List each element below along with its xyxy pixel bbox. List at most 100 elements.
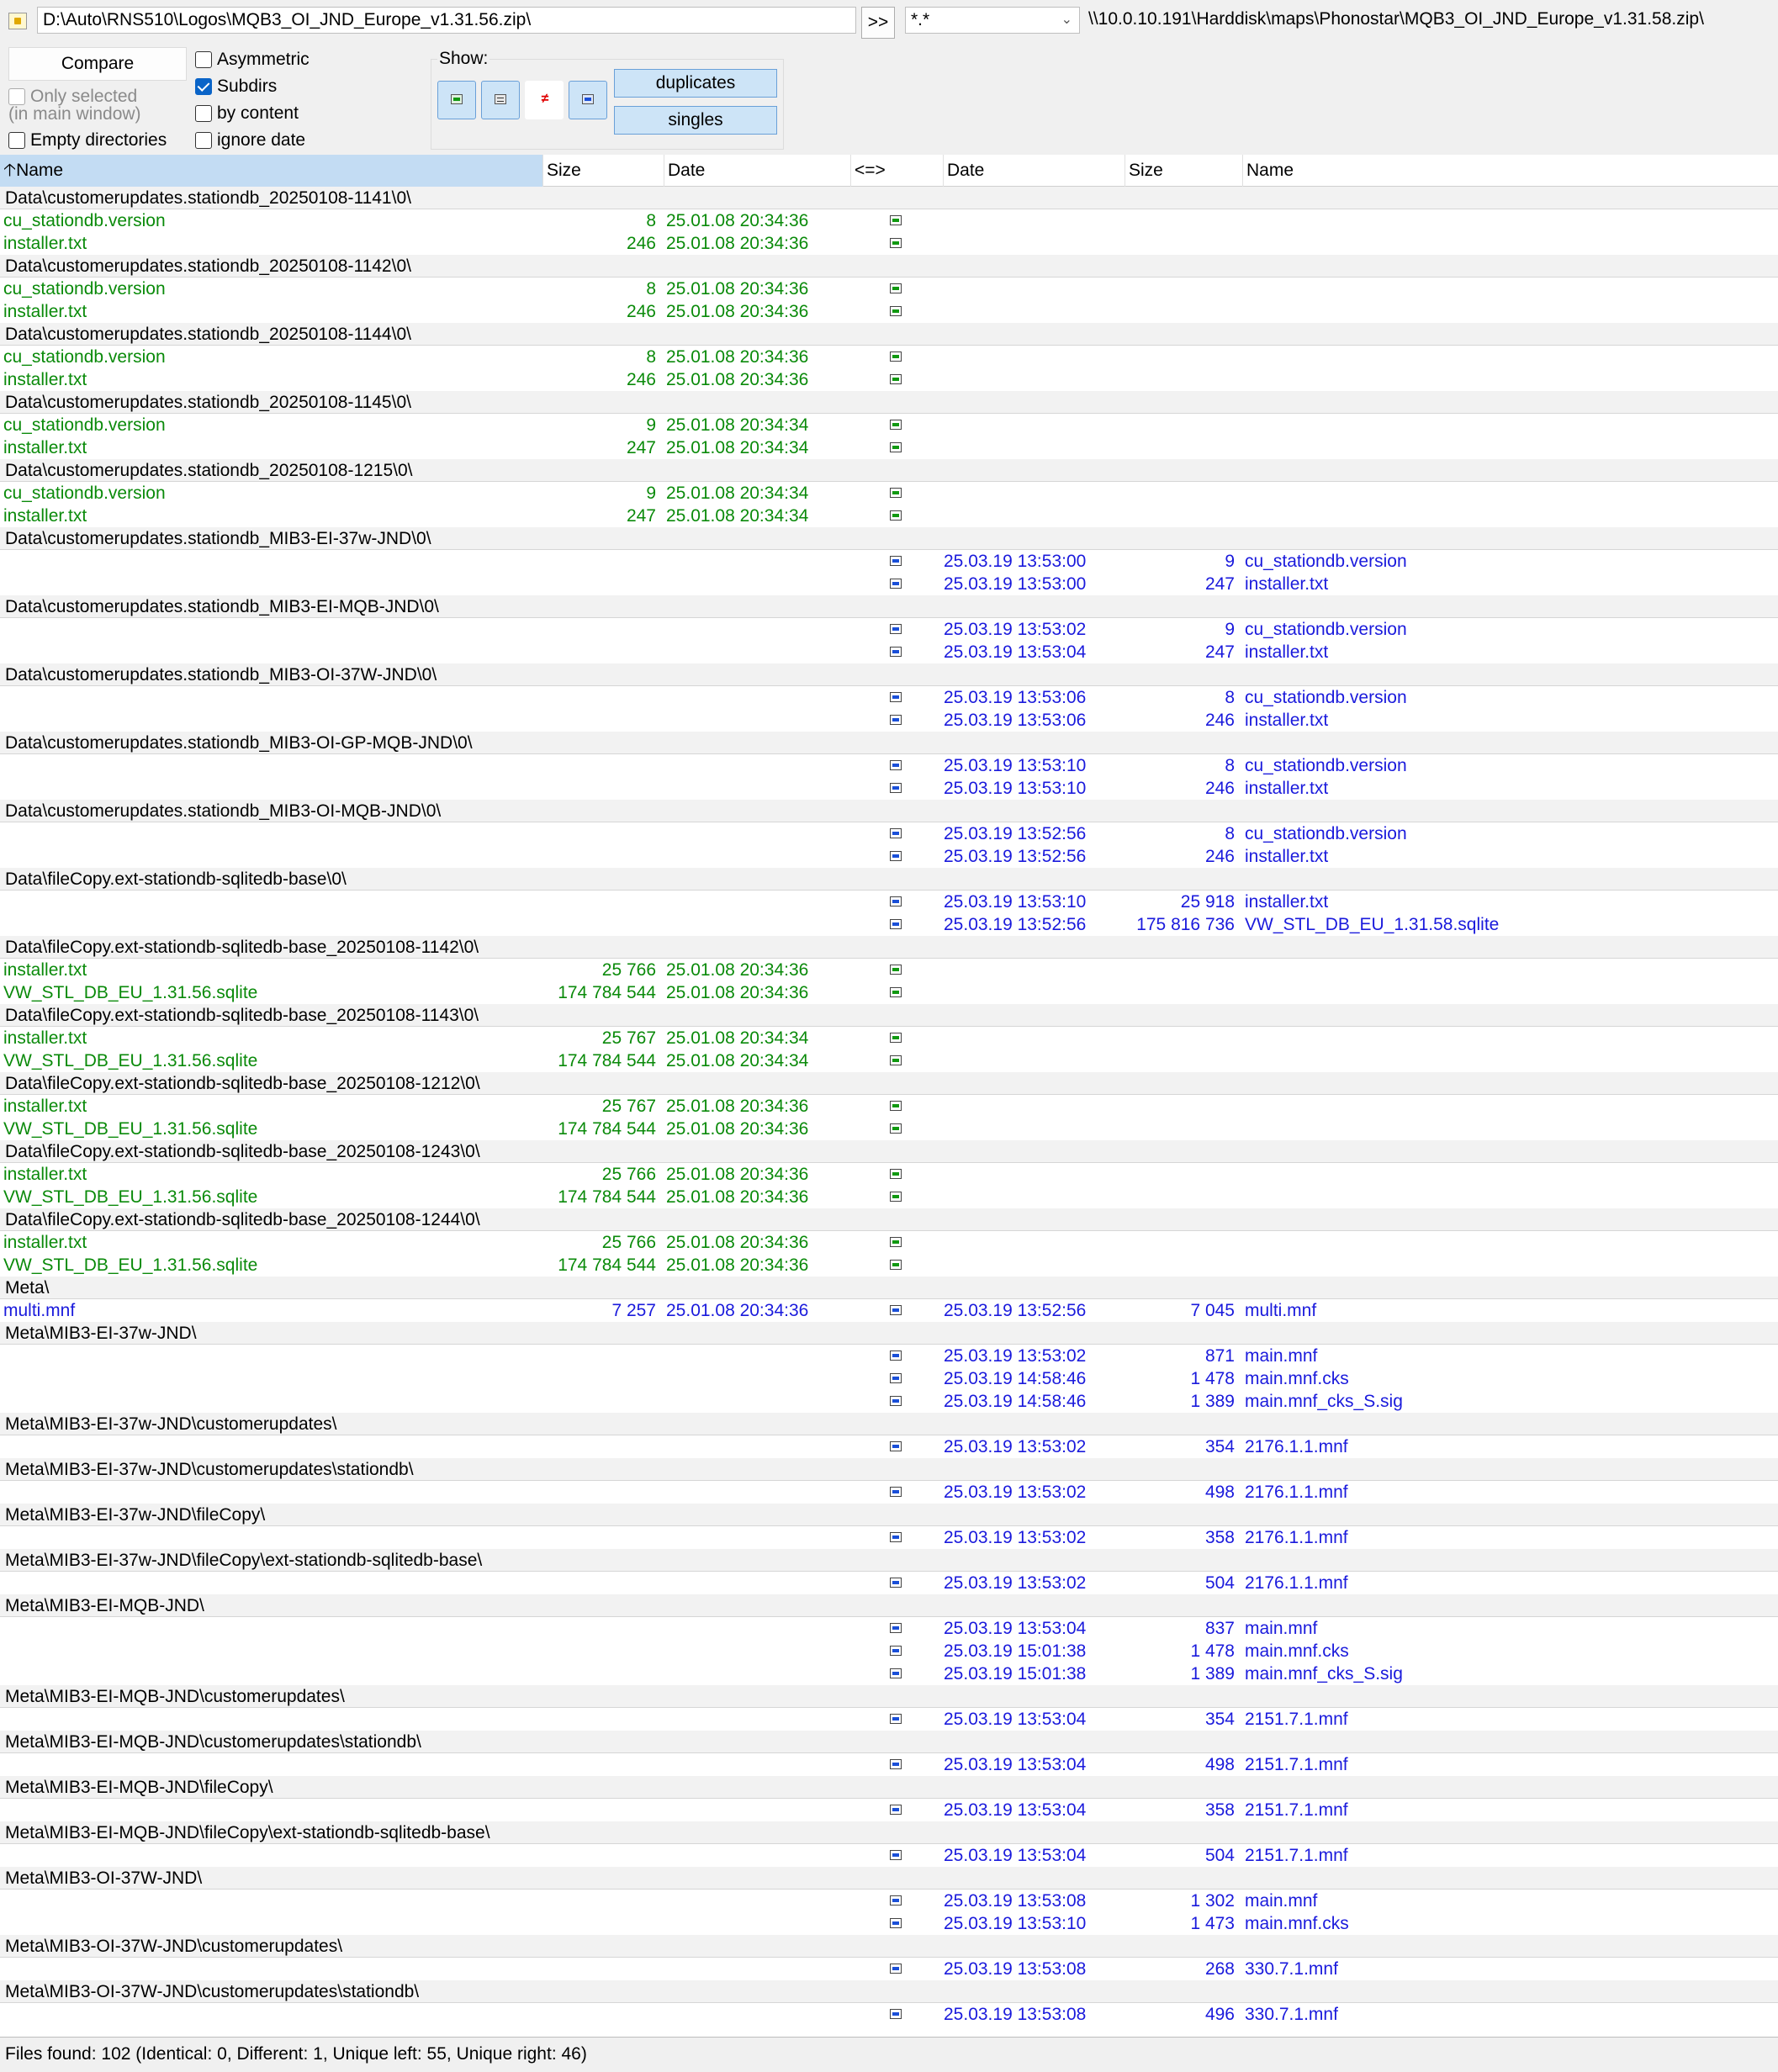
- copy-right-arrow-icon[interactable]: [890, 1101, 902, 1111]
- show-different-button[interactable]: ≠: [525, 81, 564, 119]
- file-row[interactable]: VW_STL_DB_EU_1.31.56.sqlite 174 784 544 25…: [0, 1118, 1778, 1140]
- directory-row[interactable]: Data\customerupdates.stationdb_MIB3-OI-3…: [0, 663, 1778, 686]
- directory-row[interactable]: Data\customerupdates.stationdb_20250108-…: [0, 459, 1778, 482]
- copy-left-arrow-icon[interactable]: [890, 760, 902, 770]
- header-date-left[interactable]: Date: [664, 155, 851, 187]
- directory-row[interactable]: Meta\MIB3-OI-37W-JND\customerupdates\sta…: [0, 1980, 1778, 2003]
- file-row[interactable]: installer.txt 247 25.01.08 20:34:34: [0, 505, 1778, 527]
- file-row[interactable]: 25.03.19 13:53:02 504 2176.1.1.mnf: [0, 1572, 1778, 1594]
- file-row[interactable]: 25.03.19 13:53:06 246 installer.txt: [0, 709, 1778, 732]
- ignore-date-checkbox[interactable]: ignore date: [195, 130, 305, 151]
- file-row[interactable]: 25.03.19 13:53:08 1 302 main.mnf: [0, 1890, 1778, 1912]
- file-row[interactable]: 25.03.19 13:53:10 1 473 main.mnf.cks: [0, 1912, 1778, 1935]
- directory-row[interactable]: Data\fileCopy.ext-stationdb-sqlitedb-bas…: [0, 1208, 1778, 1231]
- directory-row[interactable]: Meta\MIB3-EI-MQB-JND\fileCopy\ext-statio…: [0, 1821, 1778, 1844]
- copy-left-arrow-icon[interactable]: [890, 692, 902, 702]
- copy-left-arrow-icon[interactable]: [890, 1895, 902, 1906]
- header-size-left[interactable]: Size: [543, 155, 664, 187]
- copy-right-arrow-icon[interactable]: [890, 442, 902, 452]
- directory-row[interactable]: Meta\MIB3-EI-MQB-JND\customerupdates\: [0, 1685, 1778, 1708]
- folder-icon[interactable]: [8, 13, 27, 29]
- directory-row[interactable]: Meta\MIB3-EI-37w-JND\customerupdates\: [0, 1413, 1778, 1435]
- copy-right-arrow-icon[interactable]: [890, 420, 902, 430]
- file-row[interactable]: installer.txt 247 25.01.08 20:34:34: [0, 436, 1778, 459]
- copy-right-arrow-icon[interactable]: [890, 283, 902, 293]
- copy-left-arrow-icon[interactable]: [890, 851, 902, 861]
- show-right-only-button[interactable]: [569, 81, 607, 119]
- directory-row[interactable]: Data\customerupdates.stationdb_MIB3-OI-M…: [0, 800, 1778, 822]
- directory-row[interactable]: Meta\MIB3-OI-37W-JND\: [0, 1867, 1778, 1890]
- copy-left-arrow-icon[interactable]: [890, 2009, 902, 2019]
- file-row[interactable]: VW_STL_DB_EU_1.31.56.sqlite 174 784 544 25…: [0, 1186, 1778, 1208]
- compare-button[interactable]: Compare: [8, 47, 187, 81]
- file-row[interactable]: installer.txt 246 25.01.08 20:34:36: [0, 232, 1778, 255]
- copy-left-arrow-icon[interactable]: [890, 1532, 902, 1542]
- file-row[interactable]: 25.03.19 13:53:02 354 2176.1.1.mnf: [0, 1435, 1778, 1458]
- copy-right-arrow-icon[interactable]: [890, 987, 902, 997]
- file-row[interactable]: 25.03.19 13:53:10 8 cu_stationdb.version: [0, 754, 1778, 777]
- file-row[interactable]: 25.03.19 13:52:56 246 installer.txt: [0, 845, 1778, 868]
- file-row[interactable]: installer.txt 25 766 25.01.08 20:34:36: [0, 1163, 1778, 1186]
- header-name-left[interactable]: 🡡Name: [0, 155, 543, 187]
- directory-row[interactable]: Data\fileCopy.ext-stationdb-sqlitedb-bas…: [0, 868, 1778, 891]
- copy-left-arrow-icon[interactable]: [890, 1714, 902, 1724]
- copy-right-arrow-icon[interactable]: [890, 1260, 902, 1270]
- file-row[interactable]: installer.txt 246 25.01.08 20:34:36: [0, 368, 1778, 391]
- copy-right-arrow-icon[interactable]: [890, 965, 902, 975]
- file-row[interactable]: VW_STL_DB_EU_1.31.56.sqlite 174 784 544 25…: [0, 981, 1778, 1004]
- copy-left-arrow-icon[interactable]: [890, 783, 902, 793]
- directory-row[interactable]: Data\customerupdates.stationdb_20250108-…: [0, 323, 1778, 346]
- show-equal-button[interactable]: [481, 81, 520, 119]
- directory-row[interactable]: Data\fileCopy.ext-stationdb-sqlitedb-bas…: [0, 1004, 1778, 1027]
- copy-left-arrow-icon[interactable]: [890, 556, 902, 566]
- copy-left-arrow-icon[interactable]: [890, 1441, 902, 1451]
- copy-left-arrow-icon[interactable]: [890, 647, 902, 657]
- file-row[interactable]: 25.03.19 13:53:04 837 main.mnf: [0, 1617, 1778, 1640]
- directory-row[interactable]: Meta\MIB3-EI-37w-JND\fileCopy\ext-statio…: [0, 1549, 1778, 1572]
- file-row[interactable]: 25.03.19 13:53:04 247 installer.txt: [0, 641, 1778, 663]
- copy-left-arrow-icon[interactable]: [890, 1623, 902, 1633]
- copy-right-arrow-icon[interactable]: [890, 215, 902, 225]
- copy-left-arrow-icon[interactable]: [890, 624, 902, 634]
- directory-row[interactable]: Data\customerupdates.stationdb_MIB3-EI-3…: [0, 527, 1778, 550]
- copy-left-arrow-icon[interactable]: [890, 579, 902, 589]
- file-row[interactable]: installer.txt 25 767 25.01.08 20:34:34: [0, 1027, 1778, 1049]
- chevron-down-icon[interactable]: ⌄: [1061, 8, 1072, 33]
- file-row[interactable]: cu_stationdb.version 9 25.01.08 20:34:34: [0, 482, 1778, 505]
- copy-left-arrow-icon[interactable]: [890, 1646, 902, 1656]
- file-row[interactable]: 25.03.19 13:53:10 246 installer.txt: [0, 777, 1778, 800]
- file-mask-combobox[interactable]: *.* ⌄: [905, 7, 1080, 34]
- copy-left-arrow-icon[interactable]: [890, 1578, 902, 1588]
- directory-row[interactable]: Data\fileCopy.ext-stationdb-sqlitedb-bas…: [0, 1140, 1778, 1163]
- directory-row[interactable]: Meta\MIB3-EI-37w-JND\: [0, 1322, 1778, 1345]
- header-size-right[interactable]: Size: [1125, 155, 1243, 187]
- copy-right-arrow-icon[interactable]: [890, 1123, 902, 1134]
- file-row[interactable]: 25.03.19 13:53:04 498 2151.7.1.mnf: [0, 1753, 1778, 1776]
- different-arrow-icon[interactable]: [890, 1305, 902, 1315]
- file-row[interactable]: 25.03.19 13:53:08 496 330.7.1.mnf: [0, 2003, 1778, 2026]
- directory-row[interactable]: Meta\MIB3-EI-MQB-JND\customerupdates\sta…: [0, 1731, 1778, 1753]
- copy-left-arrow-icon[interactable]: [890, 1396, 902, 1406]
- file-row[interactable]: 25.03.19 13:53:00 9 cu_stationdb.version: [0, 550, 1778, 573]
- subdirs-checkbox[interactable]: Subdirs: [195, 76, 277, 98]
- copy-left-arrow-icon[interactable]: [890, 1373, 902, 1383]
- file-row[interactable]: cu_stationdb.version 8 25.01.08 20:34:36: [0, 278, 1778, 300]
- file-row[interactable]: 25.03.19 13:53:06 8 cu_stationdb.version: [0, 686, 1778, 709]
- file-row[interactable]: 25.03.19 13:53:02 9 cu_stationdb.version: [0, 618, 1778, 641]
- file-row[interactable]: installer.txt 25 766 25.01.08 20:34:36: [0, 1231, 1778, 1254]
- file-row[interactable]: 25.03.19 13:53:02 871 main.mnf: [0, 1345, 1778, 1367]
- copy-left-arrow-icon[interactable]: [890, 1350, 902, 1361]
- copy-left-arrow-icon[interactable]: [890, 1850, 902, 1860]
- file-row[interactable]: VW_STL_DB_EU_1.31.56.sqlite 174 784 544 25…: [0, 1254, 1778, 1276]
- file-row[interactable]: installer.txt 25 766 25.01.08 20:34:36: [0, 959, 1778, 981]
- directory-row[interactable]: Meta\MIB3-EI-MQB-JND\: [0, 1594, 1778, 1617]
- directory-row[interactable]: Meta\MIB3-EI-MQB-JND\fileCopy\: [0, 1776, 1778, 1799]
- swap-paths-button[interactable]: >>: [861, 7, 895, 39]
- by-content-checkbox[interactable]: by content: [195, 103, 299, 124]
- copy-right-arrow-icon[interactable]: [890, 306, 902, 316]
- copy-right-arrow-icon[interactable]: [890, 1237, 902, 1247]
- file-row[interactable]: installer.txt 246 25.01.08 20:34:36: [0, 300, 1778, 323]
- file-row[interactable]: 25.03.19 13:53:02 358 2176.1.1.mnf: [0, 1526, 1778, 1549]
- copy-right-arrow-icon[interactable]: [890, 352, 902, 362]
- copy-right-arrow-icon[interactable]: [890, 510, 902, 521]
